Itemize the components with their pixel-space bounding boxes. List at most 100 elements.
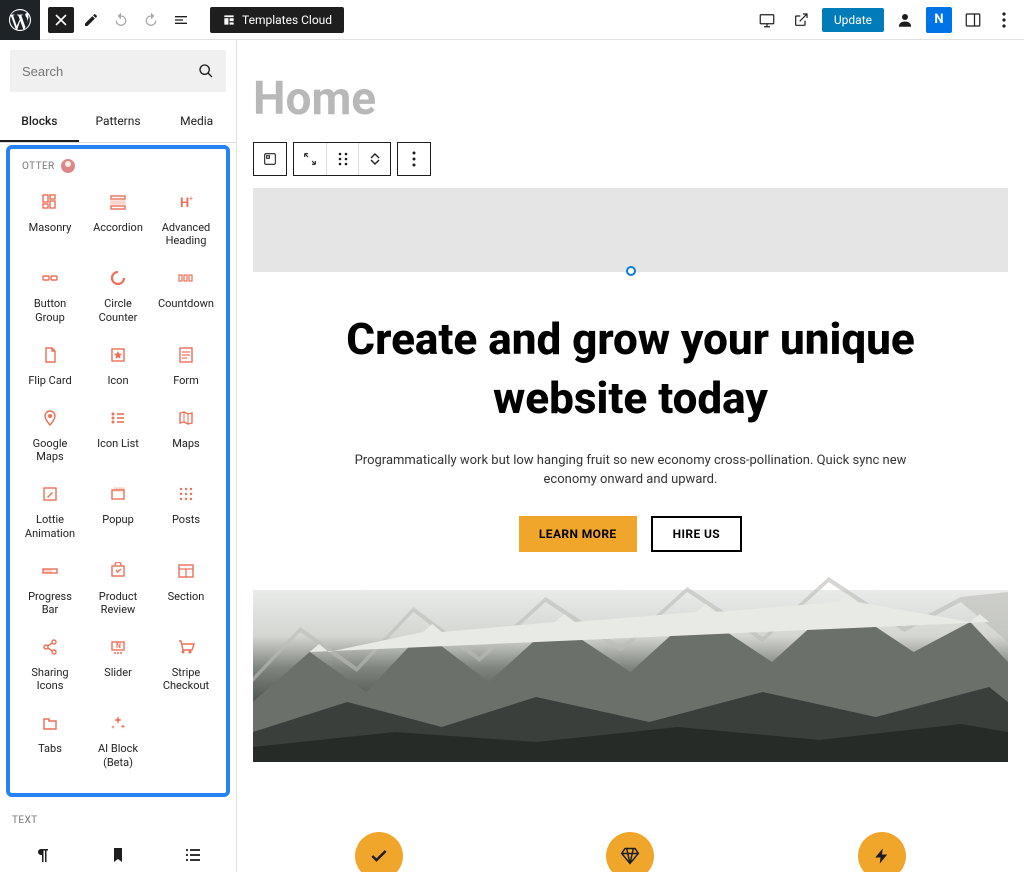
page-title[interactable]: Home <box>237 40 1024 142</box>
templates-cloud-label: Templates Cloud <box>242 13 332 27</box>
block-toolbar <box>237 142 1024 188</box>
pilcrow-icon <box>32 844 54 866</box>
block-type-button[interactable] <box>254 143 286 175</box>
grid-icon <box>39 191 61 213</box>
block-label: Icon <box>107 374 128 387</box>
templates-cloud-button[interactable]: Templates Cloud <box>210 7 344 33</box>
tab-patterns[interactable]: Patterns <box>79 102 158 142</box>
topbar-right-tools: Update N <box>754 7 1024 33</box>
block-label: Product Review <box>88 590 148 616</box>
block-progress-bar[interactable]: Progress Bar <box>16 550 84 626</box>
segments-icon <box>175 267 197 289</box>
feature-bolt-icon[interactable] <box>858 832 906 872</box>
tab-media[interactable]: Media <box>157 102 236 142</box>
view-desktop-button[interactable] <box>754 7 780 33</box>
share-icon <box>39 636 61 658</box>
preview-external-button[interactable] <box>788 7 814 33</box>
block-stripe-checkout[interactable]: Stripe Checkout <box>152 626 220 702</box>
block-label: Maps <box>172 437 199 450</box>
block-masonry[interactable]: Masonry <box>16 181 84 257</box>
block-label: Flip Card <box>28 374 71 387</box>
block-popup[interactable]: Popup <box>84 473 152 549</box>
block-section[interactable]: Section <box>152 550 220 626</box>
block-label: Masonry <box>29 221 72 234</box>
more-options-button[interactable] <box>994 7 1014 33</box>
block-form[interactable]: Form <box>152 334 220 397</box>
block-label: Progress Bar <box>20 590 80 616</box>
hero-heading[interactable]: Create and grow your unique website toda… <box>283 310 978 429</box>
block-label: Sharing Icons <box>20 666 80 692</box>
block-icon-list[interactable]: Icon List <box>84 397 152 473</box>
block-flip-card[interactable]: Flip Card <box>16 334 84 397</box>
editor-canvas[interactable]: Home <box>237 40 1024 872</box>
block-posts[interactable]: Posts <box>152 473 220 549</box>
block-label: Section <box>168 590 205 603</box>
block-ai-block-beta-[interactable]: AI Block (Beta) <box>84 702 152 778</box>
resize-handle[interactable] <box>626 266 636 276</box>
block-label: Google Maps <box>20 437 80 463</box>
block-heading[interactable]: Heading <box>81 834 156 872</box>
user-account-icon[interactable] <box>892 7 918 33</box>
drag-handle-button[interactable] <box>326 143 358 175</box>
hero-section-block[interactable]: Create and grow your unique website toda… <box>253 188 1008 762</box>
block-product-review[interactable]: Product Review <box>84 550 152 626</box>
buttons-icon <box>39 267 61 289</box>
heading-icon <box>175 191 197 213</box>
block-label: Tabs <box>38 742 62 755</box>
block-circle-counter[interactable]: Circle Counter <box>84 257 152 333</box>
bar-icon <box>39 560 61 582</box>
search-blocks-input[interactable] <box>10 50 226 92</box>
learn-more-button[interactable]: LEARN MORE <box>519 516 637 552</box>
tabs-icon <box>39 712 61 734</box>
undo-button[interactable] <box>108 7 134 33</box>
block-paragraph[interactable]: Paragraph <box>6 834 81 872</box>
section-icon <box>175 560 197 582</box>
update-button[interactable]: Update <box>822 8 884 32</box>
block-lottie-animation[interactable]: Lottie Animation <box>16 473 84 549</box>
topbar-left-tools: Templates Cloud <box>40 7 344 33</box>
move-arrows-button[interactable] <box>358 143 390 175</box>
neve-badge-icon[interactable]: N <box>926 7 952 33</box>
block-advanced-heading[interactable]: Advanced Heading <box>152 181 220 257</box>
block-accordion[interactable]: Accordion <box>84 181 152 257</box>
pen-icon <box>39 483 61 505</box>
settings-sidebar-button[interactable] <box>960 7 986 33</box>
hero-paragraph[interactable]: Programmatically work but low hanging fr… <box>351 451 911 490</box>
hire-us-button[interactable]: HIRE US <box>651 516 743 552</box>
document-outline-button[interactable] <box>168 7 194 33</box>
cart-icon <box>107 560 129 582</box>
stripe-icon <box>175 636 197 658</box>
block-list[interactable]: List <box>155 834 230 872</box>
search-icon <box>198 63 214 79</box>
listul-icon <box>182 844 204 866</box>
block-countdown[interactable]: Countdown <box>152 257 220 333</box>
search-input[interactable] <box>22 64 198 79</box>
close-inserter-button[interactable] <box>48 7 74 33</box>
block-sharing-icons[interactable]: Sharing Icons <box>16 626 84 702</box>
block-icon[interactable]: Icon <box>84 334 152 397</box>
block-inserter-sidebar: Blocks Patterns Media OTTER MasonryAccor… <box>0 40 237 872</box>
slider-icon <box>107 636 129 658</box>
block-button-group[interactable]: Button Group <box>16 257 84 333</box>
redo-button[interactable] <box>138 7 164 33</box>
block-label: Countdown <box>158 297 214 310</box>
block-label: Circle Counter <box>88 297 148 323</box>
star-icon <box>107 344 129 366</box>
editor-topbar: Templates Cloud Update N <box>0 0 1024 40</box>
align-full-button[interactable] <box>294 143 326 175</box>
feature-diamond-icon[interactable] <box>606 832 654 872</box>
block-label: Advanced Heading <box>156 221 216 247</box>
block-slider[interactable]: Slider <box>84 626 152 702</box>
block-maps[interactable]: Maps <box>152 397 220 473</box>
wordpress-logo[interactable] <box>0 0 40 40</box>
block-more-button[interactable] <box>398 143 430 175</box>
block-label: Stripe Checkout <box>156 666 216 692</box>
tab-blocks[interactable]: Blocks <box>0 102 79 142</box>
otter-avatar-icon <box>61 159 75 173</box>
block-tabs[interactable]: Tabs <box>16 702 84 778</box>
feature-check-icon[interactable] <box>355 832 403 872</box>
map-icon <box>175 407 197 429</box>
features-row <box>237 802 1024 872</box>
edit-tool-button[interactable] <box>78 7 104 33</box>
block-google-maps[interactable]: Google Maps <box>16 397 84 473</box>
